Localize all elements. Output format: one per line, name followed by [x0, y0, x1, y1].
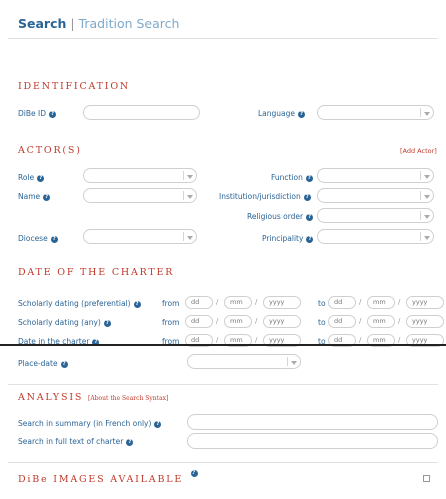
- date-slash: /: [216, 336, 219, 344]
- role-select[interactable]: [83, 168, 197, 183]
- chevron-down-icon: [424, 175, 430, 179]
- analysis-divider: [8, 462, 438, 463]
- help-icon[interactable]: ?: [133, 300, 141, 308]
- from-dd-input[interactable]: dd: [185, 296, 213, 309]
- help-icon[interactable]: ?: [37, 174, 45, 182]
- fulltext-search-input[interactable]: [187, 433, 438, 449]
- date-slash: /: [359, 317, 362, 325]
- help-icon[interactable]: ?: [306, 235, 314, 243]
- identification-heading: IDENTIFICATION: [18, 81, 131, 92]
- religious-order-select[interactable]: [317, 208, 434, 223]
- chevron-down-icon: [187, 195, 193, 199]
- dibe-id-label: DiBe ID?: [18, 109, 56, 118]
- help-icon[interactable]: ?: [43, 193, 51, 201]
- search-syntax-link[interactable]: [About the Search Syntax]: [88, 395, 168, 402]
- function-label: Function?: [271, 173, 313, 182]
- diocese-select[interactable]: [83, 229, 197, 244]
- help-icon[interactable]: ?: [154, 420, 162, 428]
- institution-select[interactable]: [317, 188, 434, 203]
- images-heading: DiBe IMAGES AVAILABLE ?: [18, 470, 198, 485]
- language-select[interactable]: [317, 105, 434, 120]
- images-available-checkbox[interactable]: [423, 475, 430, 482]
- dibe-id-input[interactable]: [83, 105, 200, 120]
- date-slash: /: [216, 317, 219, 325]
- date-row-label: Scholarly dating (any)?: [18, 318, 111, 327]
- help-icon[interactable]: ?: [298, 110, 306, 118]
- section-divider: [0, 344, 446, 346]
- tradition-search-tab[interactable]: Tradition Search: [79, 16, 180, 31]
- to-label: to: [318, 299, 326, 308]
- date-slash: /: [255, 298, 258, 306]
- place-date-label: Place-date?: [18, 359, 68, 368]
- date-row-label: Scholarly dating (preferential)?: [18, 299, 141, 308]
- analysis-heading: ANALYSIS [About the Search Syntax]: [18, 392, 169, 403]
- to-yyyy-input[interactable]: yyyy: [406, 315, 444, 328]
- date-heading: DATE OF THE CHARTER: [18, 267, 175, 278]
- summary-search-input[interactable]: [187, 414, 438, 430]
- name-select[interactable]: [83, 188, 197, 203]
- help-icon[interactable]: ?: [190, 470, 198, 477]
- role-label: Role?: [18, 173, 45, 182]
- to-yyyy-input[interactable]: yyyy: [406, 296, 444, 309]
- chevron-down-icon: [424, 215, 430, 219]
- date-slash: /: [255, 336, 258, 344]
- add-actor-link[interactable]: [Add Actor]: [400, 147, 437, 155]
- to-dd-input[interactable]: dd: [328, 315, 356, 328]
- institution-label: Institution/jurisdiction?: [219, 192, 311, 201]
- help-icon[interactable]: ?: [60, 360, 68, 368]
- language-label: Language?: [258, 109, 306, 118]
- help-icon[interactable]: ?: [103, 319, 111, 327]
- help-icon[interactable]: ?: [303, 193, 311, 201]
- date-slash: /: [398, 317, 401, 325]
- from-dd-input[interactable]: dd: [185, 315, 213, 328]
- to-mm-input[interactable]: mm: [367, 296, 395, 309]
- place-divider: [8, 384, 438, 385]
- header-divider: [8, 38, 438, 39]
- title-separator: |: [70, 16, 75, 31]
- from-yyyy-input[interactable]: yyyy: [263, 296, 301, 309]
- search-tab[interactable]: Search: [18, 16, 66, 31]
- date-slash: /: [398, 336, 401, 344]
- name-label: Name?: [18, 192, 51, 201]
- date-slash: /: [255, 317, 258, 325]
- page-header: Search | Tradition Search: [18, 16, 179, 31]
- help-icon[interactable]: ?: [50, 235, 58, 243]
- to-label: to: [318, 318, 326, 327]
- chevron-down-icon: [291, 361, 297, 365]
- chevron-down-icon: [424, 236, 430, 240]
- to-mm-input[interactable]: mm: [367, 315, 395, 328]
- chevron-down-icon: [187, 236, 193, 240]
- diocese-label: Diocese?: [18, 234, 58, 243]
- date-slash: /: [359, 336, 362, 344]
- date-slash: /: [216, 298, 219, 306]
- help-icon[interactable]: ?: [306, 213, 314, 221]
- from-label: from: [162, 318, 180, 327]
- principality-select[interactable]: [317, 229, 434, 244]
- place-date-select[interactable]: [187, 354, 301, 369]
- from-mm-input[interactable]: mm: [224, 296, 252, 309]
- religious-order-label: Religious order?: [247, 212, 314, 221]
- function-select[interactable]: [317, 168, 434, 183]
- fulltext-search-label: Search in full text of charter?: [18, 437, 134, 446]
- summary-search-label: Search in summary (in French only)?: [18, 419, 162, 428]
- chevron-down-icon: [187, 175, 193, 179]
- from-yyyy-input[interactable]: yyyy: [263, 315, 301, 328]
- principality-label: Principality?: [262, 234, 314, 243]
- chevron-down-icon: [424, 195, 430, 199]
- from-mm-input[interactable]: mm: [224, 315, 252, 328]
- date-slash: /: [359, 298, 362, 306]
- help-icon[interactable]: ?: [305, 174, 313, 182]
- to-dd-input[interactable]: dd: [328, 296, 356, 309]
- from-label: from: [162, 299, 180, 308]
- date-slash: /: [398, 298, 401, 306]
- help-icon[interactable]: ?: [126, 438, 134, 446]
- chevron-down-icon: [424, 112, 430, 116]
- help-icon[interactable]: ?: [49, 110, 56, 118]
- actors-heading: ACTOR(S): [18, 145, 82, 156]
